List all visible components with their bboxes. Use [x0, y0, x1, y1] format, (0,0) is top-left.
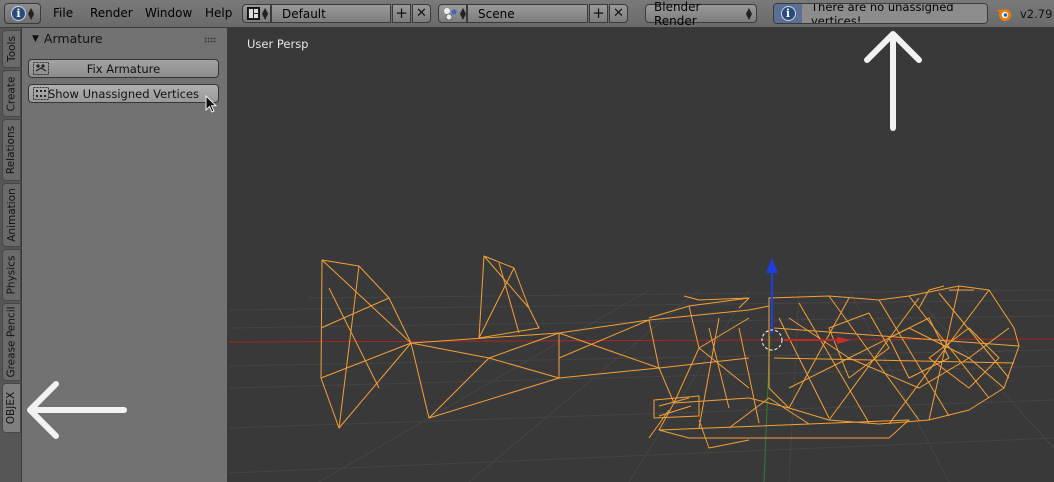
- screen-layout-browse[interactable]: ▲ ▼: [242, 4, 271, 23]
- scene-name-field[interactable]: Scene: [467, 4, 588, 23]
- menu-help[interactable]: Help: [205, 6, 232, 20]
- annotation-arrow-left-icon: [27, 381, 127, 439]
- tab-relations[interactable]: Relations: [2, 119, 21, 181]
- tab-objex[interactable]: OBJEX: [2, 383, 21, 433]
- remove-screen-button[interactable]: ✕: [412, 4, 431, 23]
- chevron-updown-icon: ▲ ▼: [262, 5, 269, 21]
- menu-file[interactable]: File: [53, 6, 73, 20]
- report-banner[interactable]: i There are no unassigned vertices!: [773, 3, 988, 24]
- info-icon: i: [11, 6, 26, 21]
- editor-type-button[interactable]: i ▲ ▼: [4, 3, 41, 24]
- scene-browse[interactable]: ▲ ▼: [438, 4, 467, 23]
- armature-panel-header[interactable]: ▼ Armature: [32, 31, 103, 46]
- plus-icon: +: [592, 4, 605, 22]
- close-icon: ✕: [613, 6, 624, 21]
- panel-collapse-triangle-icon: ▼: [32, 33, 39, 44]
- panel-title: Armature: [43, 31, 103, 46]
- menu-window[interactable]: Window: [145, 6, 192, 20]
- add-screen-button[interactable]: +: [392, 4, 411, 23]
- top-header: i ▲ ▼ File Render Window Help ▲ ▼ Default …: [0, 0, 1054, 28]
- x-axis-arrow-head: [837, 337, 851, 344]
- tab-grease-pencil[interactable]: Grease Pencil: [2, 303, 21, 381]
- version-label: v2.79: [1020, 7, 1053, 21]
- remove-scene-button[interactable]: ✕: [609, 4, 628, 23]
- chevron-updown-icon: ▲ ▼: [459, 5, 466, 21]
- fix-armature-label: Fix Armature: [86, 61, 161, 76]
- plus-icon: +: [395, 4, 408, 22]
- tool-shelf-tabs: Tools Create Relations Animation Physics…: [0, 28, 22, 482]
- add-scene-button[interactable]: +: [589, 4, 608, 23]
- report-message: There are no unassigned vertices!: [802, 4, 987, 23]
- layout-grid-icon: [247, 7, 260, 20]
- render-engine-label: Blender Render: [654, 0, 701, 28]
- annotation-arrow-up-icon: [864, 31, 922, 131]
- fix-armature-button[interactable]: Fix Armature: [28, 59, 219, 78]
- tab-physics[interactable]: Physics: [2, 249, 21, 301]
- 3d-viewport[interactable]: User Persp: [229, 28, 1054, 482]
- armature-icon: [33, 62, 49, 75]
- vertices-grid-icon: [33, 87, 49, 100]
- wireframe-airplane-mesh: [320, 255, 1020, 449]
- blender-logo-icon: [996, 9, 1011, 21]
- show-unassigned-vertices-label: Show Unassigned Vertices: [47, 86, 200, 101]
- tab-create[interactable]: Create: [2, 70, 21, 117]
- menu-render[interactable]: Render: [90, 6, 133, 20]
- screen-layout-name-field[interactable]: Default: [271, 4, 391, 23]
- chevron-updown-icon: ▲ ▼: [745, 5, 752, 21]
- info-icon: i: [780, 6, 796, 21]
- z-axis-arrow-head: [766, 258, 778, 273]
- scene-icon: [444, 7, 457, 20]
- show-unassigned-vertices-button[interactable]: Show Unassigned Vertices: [28, 84, 219, 103]
- render-engine-dropdown[interactable]: Blender Render ▲ ▼: [645, 0, 757, 28]
- viewport-scene: [229, 255, 1054, 482]
- close-icon: ✕: [416, 6, 427, 21]
- mouse-cursor-icon: [205, 95, 218, 113]
- chevron-updown-icon: ▲ ▼: [28, 5, 35, 21]
- panel-drag-grip-icon[interactable]: [204, 37, 216, 43]
- tab-animation[interactable]: Animation: [2, 183, 21, 247]
- tab-tools[interactable]: Tools: [2, 30, 21, 68]
